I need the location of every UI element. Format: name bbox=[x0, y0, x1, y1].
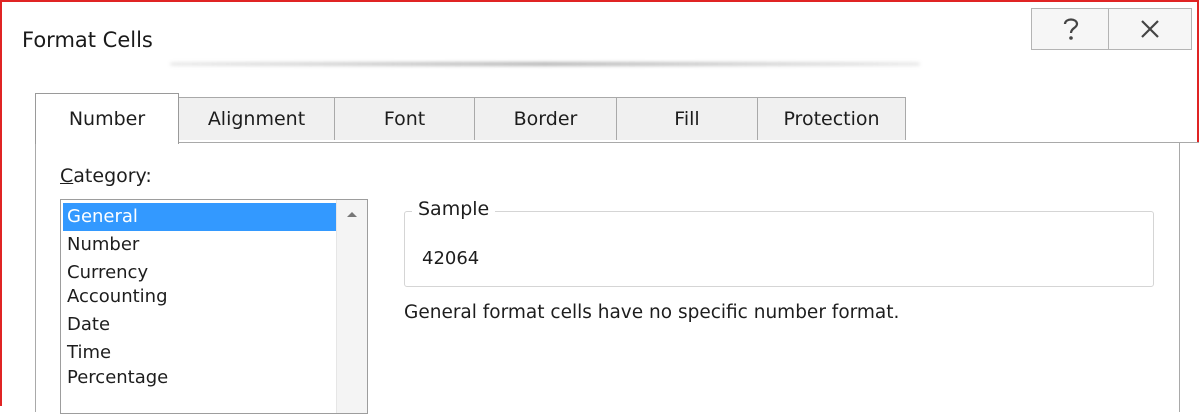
category-item-number[interactable]: Number bbox=[63, 231, 336, 259]
close-x-icon bbox=[1141, 20, 1159, 38]
tab-strip: Number Alignment Font Border Fill Protec… bbox=[35, 93, 1199, 144]
category-item-accounting[interactable]: Accounting bbox=[63, 283, 336, 311]
sample-value: 42064 bbox=[422, 248, 480, 269]
category-item-date[interactable]: Date bbox=[63, 311, 336, 339]
category-item-general[interactable]: General bbox=[63, 203, 336, 231]
close-button[interactable] bbox=[1108, 8, 1192, 50]
tab-protection[interactable]: Protection bbox=[757, 97, 906, 140]
tab-border[interactable]: Border bbox=[474, 97, 617, 140]
scroll-up-arrow-icon[interactable] bbox=[345, 208, 359, 220]
help-button[interactable] bbox=[1031, 8, 1109, 50]
format-description: General format cells have no specific nu… bbox=[404, 302, 900, 323]
sample-legend: Sample bbox=[412, 198, 496, 220]
sample-groupbox bbox=[404, 211, 1154, 287]
panel-right-border bbox=[1179, 142, 1180, 412]
tab-alignment[interactable]: Alignment bbox=[178, 97, 335, 140]
question-mark-icon bbox=[1063, 18, 1078, 40]
category-item-time[interactable]: Time bbox=[63, 339, 336, 367]
dialog-title: Format Cells bbox=[22, 28, 153, 52]
category-listbox[interactable]: General Number Currency Accounting Date … bbox=[60, 199, 368, 414]
category-label: Category: bbox=[60, 165, 152, 187]
category-item-percentage[interactable]: Percentage bbox=[63, 364, 336, 392]
listbox-scrollbar[interactable] bbox=[336, 200, 367, 413]
tab-font[interactable]: Font bbox=[334, 97, 475, 140]
tab-fill[interactable]: Fill bbox=[616, 97, 758, 140]
tab-number[interactable]: Number bbox=[35, 93, 179, 144]
title-bar-blur-decoration bbox=[170, 62, 920, 66]
